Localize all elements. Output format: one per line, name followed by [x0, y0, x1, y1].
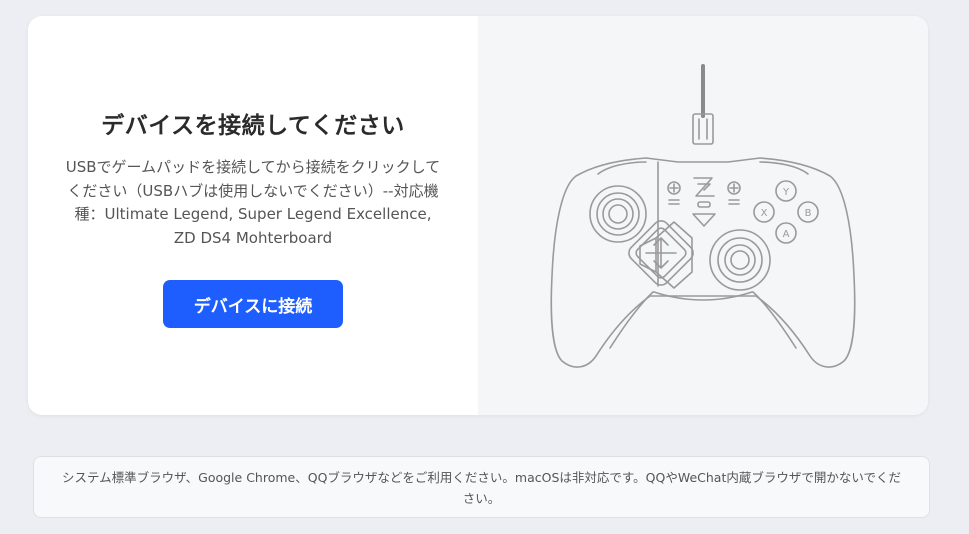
- connect-device-button[interactable]: デバイスに接続: [163, 280, 343, 328]
- face-buttons: Y X B A: [753, 180, 819, 244]
- page-title: デバイスを接続してください: [101, 113, 405, 139]
- dpad: [628, 220, 694, 289]
- svg-text:B: B: [805, 208, 812, 219]
- controller-body: [550, 157, 856, 368]
- button-x: X: [753, 201, 775, 223]
- center-controls: [667, 177, 741, 227]
- brand-logo-icon: [693, 177, 715, 197]
- left-stick: [589, 185, 647, 243]
- controller-illustration-panel: Y X B A: [478, 16, 928, 415]
- browser-compatibility-note: システム標準ブラウザ、Google Chrome、QQブラウザなどをご利用くださ…: [33, 456, 930, 518]
- svg-text:A: A: [783, 229, 790, 240]
- right-stick: [709, 229, 771, 291]
- connect-panel: デバイスを接続してください USBでゲームパッドを接続してから接続をクリックして…: [28, 16, 478, 415]
- button-b: B: [797, 201, 819, 223]
- usb-connector: [692, 113, 714, 145]
- connect-card: デバイスを接続してください USBでゲームパッドを接続してから接続をクリックして…: [28, 16, 928, 415]
- connect-instructions: USBでゲームパッドを接続してから接続をクリックしてください（USBハブは使用し…: [65, 158, 441, 247]
- button-a: A: [775, 222, 797, 244]
- button-y: Y: [775, 180, 797, 202]
- svg-text:Y: Y: [782, 187, 790, 198]
- gamepad-illustration: Y X B A: [550, 64, 856, 368]
- svg-text:X: X: [761, 208, 768, 219]
